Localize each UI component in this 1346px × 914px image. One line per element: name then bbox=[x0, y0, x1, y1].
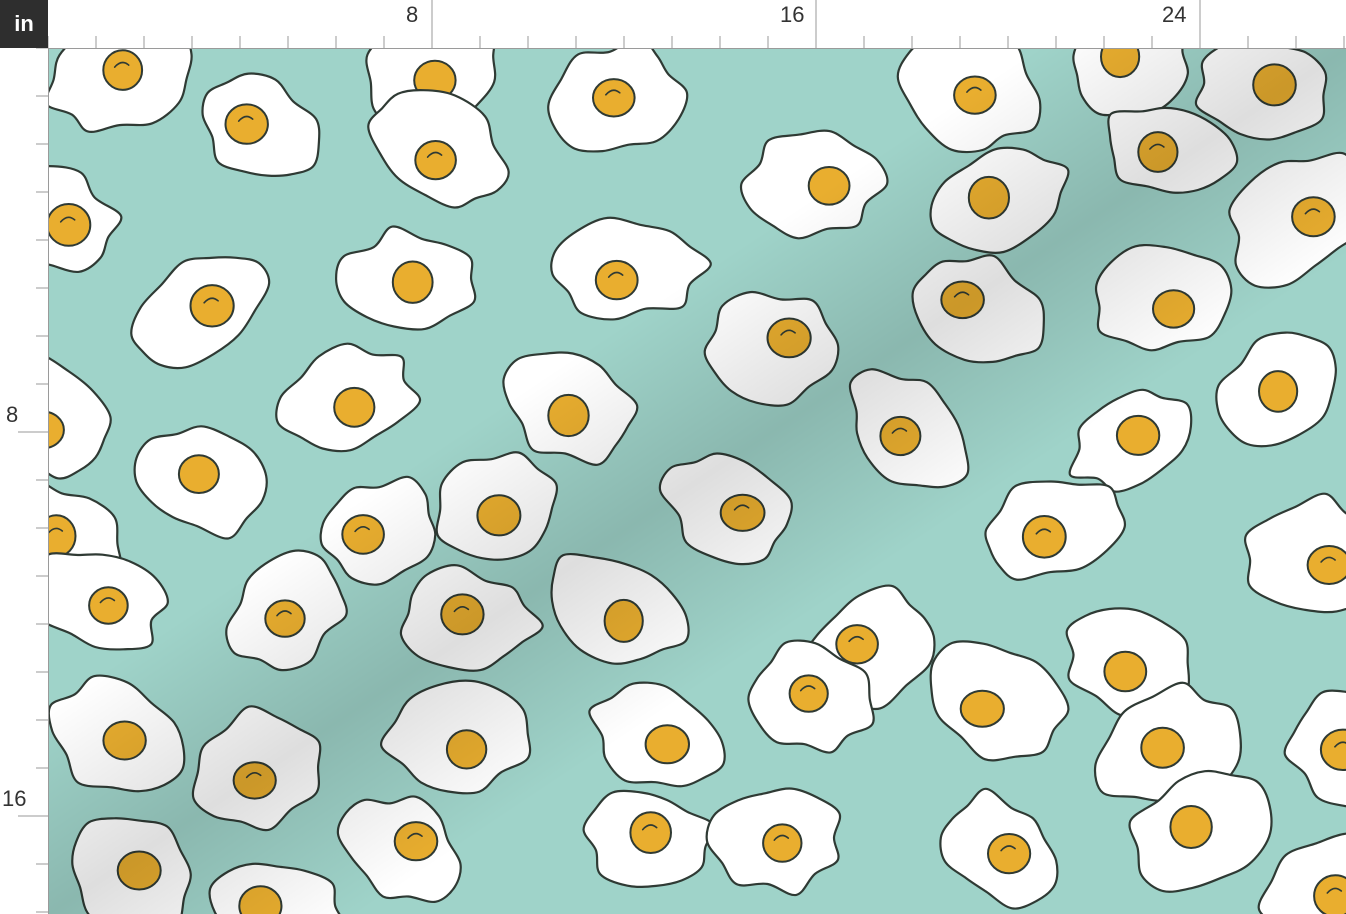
unit-label: in bbox=[14, 11, 34, 36]
fabric-preview bbox=[49, 49, 1346, 914]
left-ruler-label-8: 8 bbox=[6, 402, 19, 427]
fabric-fold-shadow bbox=[49, 49, 1346, 914]
left-ruler: 8 16 bbox=[0, 48, 50, 914]
left-ruler-ticks bbox=[18, 48, 48, 913]
top-ruler-label-16: 16 bbox=[780, 2, 805, 27]
left-ruler-label-16: 16 bbox=[2, 786, 27, 811]
unit-badge: in bbox=[0, 0, 48, 48]
egg-pattern bbox=[49, 49, 1346, 914]
top-ruler: 8 16 24 bbox=[48, 0, 1346, 50]
top-ruler-label-8: 8 bbox=[406, 2, 419, 27]
top-ruler-ticks bbox=[48, 0, 1345, 48]
top-ruler-label-24: 24 bbox=[1162, 2, 1187, 27]
